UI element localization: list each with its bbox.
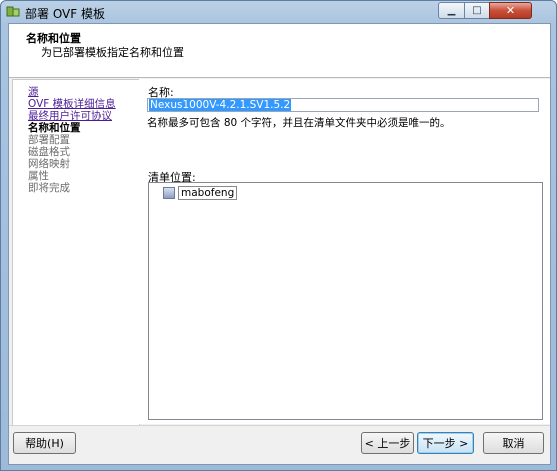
footer-divider: [9, 425, 550, 426]
back-button[interactable]: < 上一步: [361, 432, 414, 454]
step-ready-to-complete: 即将完成: [28, 182, 70, 194]
maximize-icon: □: [472, 5, 482, 16]
next-button[interactable]: 下一步 >: [417, 432, 474, 454]
window-title: 部署 OVF 模板: [25, 7, 105, 21]
name-hint: 名称最多可包含 80 个字符，并且在清单文件夹中必须是唯一的。: [147, 117, 451, 129]
help-button[interactable]: 帮助(H): [13, 432, 76, 454]
minimize-button[interactable]: ▁: [438, 2, 465, 19]
tree-node-datacenter[interactable]: mabofeng: [163, 186, 238, 200]
name-input[interactable]: Nexus1000V-4.2.1.SV1.5.2: [147, 98, 539, 112]
tree-node-label[interactable]: mabofeng: [178, 186, 238, 200]
name-input-selected-text[interactable]: Nexus1000V-4.2.1.SV1.5.2: [149, 99, 292, 111]
wizard-header: 名称和位置 为已部署模板指定名称和位置: [9, 24, 550, 78]
deploy-ovf-window: 部署 OVF 模板 ▁ □ ✕ 名称和位置 为已部署模板指定名称和位置 源 OV…: [0, 0, 557, 471]
cancel-button[interactable]: 取消: [483, 432, 544, 454]
close-icon: ✕: [505, 4, 516, 17]
datacenter-icon: [163, 187, 175, 199]
title-bar[interactable]: 部署 OVF 模板 ▁ □ ✕: [1, 1, 556, 23]
wizard-steps-nav: 源 OVF 模板详细信息 最终用户许可协议 名称和位置 部署配置 磁盘格式 网络…: [12, 79, 140, 426]
inventory-tree[interactable]: mabofeng: [148, 182, 543, 420]
minimize-icon: ▁: [447, 5, 456, 16]
vsphere-app-icon: [6, 6, 20, 17]
page-subtitle: 为已部署模板指定名称和位置: [41, 46, 184, 59]
wizard-client-area: 名称和位置 为已部署模板指定名称和位置 源 OVF 模板详细信息 最终用户许可协…: [8, 23, 551, 465]
wizard-content: 名称: Nexus1000V-4.2.1.SV1.5.2 名称最多可包含 80 …: [139, 79, 550, 424]
close-button[interactable]: ✕: [489, 2, 532, 19]
maximize-button[interactable]: □: [464, 2, 490, 19]
